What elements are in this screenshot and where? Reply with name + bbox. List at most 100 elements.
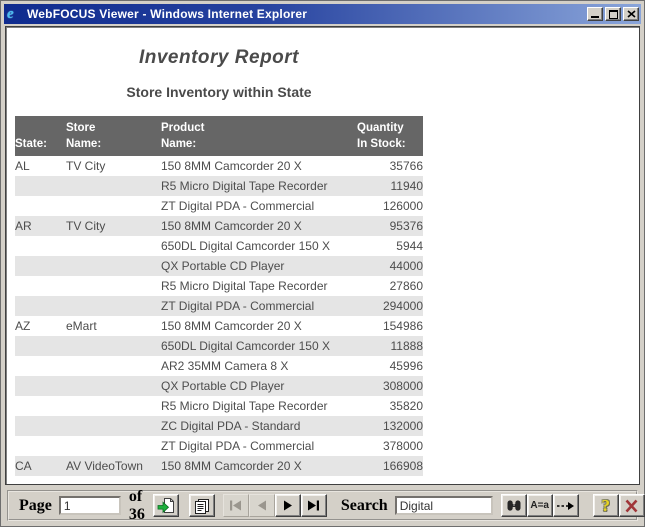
- viewer-toolbar: Page of 36: [4, 487, 641, 523]
- store-name-cell: TV City: [66, 216, 161, 236]
- state-cell: [15, 356, 66, 376]
- match-case-button[interactable]: A=a: [527, 494, 553, 517]
- page-total-label: of 36: [129, 488, 145, 524]
- window-title: WebFOCUS Viewer - Windows Internet Explo…: [27, 7, 585, 21]
- quantity-cell: 35820: [357, 396, 423, 416]
- store-name-cell: [66, 436, 161, 456]
- quantity-cell: 95376: [357, 216, 423, 236]
- product-name-cell: QX Portable CD Player: [161, 376, 357, 396]
- quantity-cell: 378000: [357, 436, 423, 456]
- column-header-quantity-in-stock: Quantity In Stock:: [357, 116, 423, 156]
- table-row: QX Portable CD Player 308000: [15, 376, 423, 396]
- store-name-cell: TV City: [66, 156, 161, 176]
- state-cell: [15, 396, 66, 416]
- table-row: R5 Micro Digital Tape Recorder 35820: [15, 396, 423, 416]
- store-name-cell: [66, 336, 161, 356]
- quantity-cell: 294000: [357, 296, 423, 316]
- go-to-page-button[interactable]: [153, 494, 179, 517]
- quantity-cell: 5944: [357, 236, 423, 256]
- last-page-button[interactable]: [301, 494, 327, 517]
- product-name-cell: QX Portable CD Player: [161, 256, 357, 276]
- store-name-cell: [66, 356, 161, 376]
- search-direction-button[interactable]: [553, 494, 579, 517]
- close-button[interactable]: [623, 7, 639, 21]
- product-name-cell: R5 Micro Digital Tape Recorder: [161, 176, 357, 196]
- product-name-cell: AR2 35MM Camera 8 X: [161, 356, 357, 376]
- internet-explorer-icon: e: [7, 7, 22, 22]
- go-to-page-icon: [157, 497, 175, 514]
- quantity-cell: 45996: [357, 356, 423, 376]
- store-name-cell: [66, 196, 161, 216]
- column-header-state: State:: [15, 116, 66, 156]
- store-name-cell: [66, 236, 161, 256]
- search-input[interactable]: [395, 496, 493, 515]
- product-name-cell: 150 8MM Camcorder 20 X: [161, 456, 357, 476]
- minimize-button[interactable]: [587, 7, 603, 21]
- inventory-table: State: Store Name: Product Name: Quantit…: [15, 116, 423, 476]
- next-page-button[interactable]: [275, 494, 301, 517]
- table-row: AR TV City 150 8MM Camcorder 20 X 95376: [15, 216, 423, 236]
- all-pages-icon: [193, 498, 210, 514]
- search-label: Search: [341, 497, 388, 515]
- quantity-cell: 11940: [357, 176, 423, 196]
- report-title: Inventory Report: [15, 47, 423, 69]
- quantity-cell: 166908: [357, 456, 423, 476]
- title-bar[interactable]: e WebFOCUS Viewer - Windows Internet Exp…: [4, 4, 641, 24]
- dashed-right-arrow-icon: [556, 501, 575, 511]
- product-name-cell: 650DL Digital Camcorder 150 X: [161, 236, 357, 256]
- page-number-input[interactable]: [59, 496, 121, 515]
- state-cell: AR: [15, 216, 66, 236]
- first-page-button[interactable]: [223, 494, 249, 517]
- table-row: ZT Digital PDA - Commercial 294000: [15, 296, 423, 316]
- match-case-icon: A=a: [530, 500, 549, 511]
- store-name-cell: [66, 376, 161, 396]
- state-cell: [15, 196, 66, 216]
- store-name-cell: eMart: [66, 316, 161, 336]
- store-name-cell: [66, 176, 161, 196]
- quantity-cell: 11888: [357, 336, 423, 356]
- first-page-icon: [229, 500, 242, 511]
- all-pages-button[interactable]: [189, 494, 215, 517]
- product-name-cell: 150 8MM Camcorder 20 X: [161, 216, 357, 236]
- state-cell: [15, 376, 66, 396]
- close-icon: [627, 10, 636, 18]
- quantity-cell: 308000: [357, 376, 423, 396]
- store-name-cell: [66, 296, 161, 316]
- previous-page-button[interactable]: [249, 494, 275, 517]
- table-row: AZ eMart 150 8MM Camcorder 20 X 154986: [15, 316, 423, 336]
- table-row: QX Portable CD Player 44000: [15, 256, 423, 276]
- report-viewport: Inventory Report Store Inventory within …: [5, 26, 640, 485]
- inventory-table-body: AL TV City 150 8MM Camcorder 20 X 35766 …: [15, 156, 423, 476]
- state-cell: [15, 176, 66, 196]
- store-name-cell: [66, 276, 161, 296]
- help-icon: ?: [601, 497, 610, 514]
- maximize-icon: [609, 10, 618, 19]
- table-row: AL TV City 150 8MM Camcorder 20 X 35766: [15, 156, 423, 176]
- maximize-button[interactable]: [605, 7, 621, 21]
- state-cell: [15, 416, 66, 436]
- binoculars-icon: [506, 499, 522, 512]
- table-row: R5 Micro Digital Tape Recorder 11940: [15, 176, 423, 196]
- state-cell: AZ: [15, 316, 66, 336]
- state-cell: AL: [15, 156, 66, 176]
- table-row: ZT Digital PDA - Commercial 126000: [15, 196, 423, 216]
- browser-window: e WebFOCUS Viewer - Windows Internet Exp…: [0, 0, 645, 527]
- state-cell: [15, 236, 66, 256]
- quantity-cell: 35766: [357, 156, 423, 176]
- help-button[interactable]: ?: [593, 494, 619, 517]
- column-header-store-name: Store Name:: [66, 116, 161, 156]
- table-row: AR2 35MM Camera 8 X 45996: [15, 356, 423, 376]
- state-cell: [15, 296, 66, 316]
- quantity-cell: 27860: [357, 276, 423, 296]
- product-name-cell: R5 Micro Digital Tape Recorder: [161, 396, 357, 416]
- report-subtitle: Store Inventory within State: [15, 84, 423, 100]
- table-row: 650DL Digital Camcorder 150 X 11888: [15, 336, 423, 356]
- product-name-cell: 650DL Digital Camcorder 150 X: [161, 336, 357, 356]
- inventory-report: Inventory Report Store Inventory within …: [6, 27, 423, 476]
- toolbar-tray: Page of 36: [7, 490, 638, 521]
- product-name-cell: ZC Digital PDA - Standard: [161, 416, 357, 436]
- close-viewer-button[interactable]: [619, 494, 645, 517]
- find-button[interactable]: [501, 494, 527, 517]
- table-header: State: Store Name: Product Name: Quantit…: [15, 116, 423, 156]
- table-row: CA AV VideoTown 150 8MM Camcorder 20 X 1…: [15, 456, 423, 476]
